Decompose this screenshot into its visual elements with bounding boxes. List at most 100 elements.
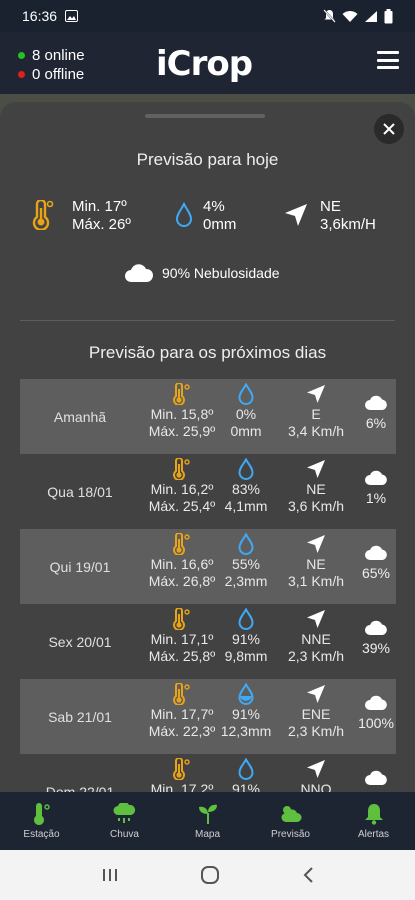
today-temperature: Min. 17º Máx. 26º	[72, 198, 131, 234]
app-header: 8 online 0 offline iCrop	[0, 32, 415, 94]
day-cloud: 65%	[356, 545, 396, 582]
day-temp-max: Máx. 25,4º	[148, 498, 216, 514]
forecast-row: Sex 20/01 Min. 17,1º Máx. 25,8º 91% 9,8mm NNE…	[20, 604, 396, 679]
forecast-list: Amanhã Min. 15,8º Máx. 25,9º 0% 0mm E 3,4 Km/h…	[20, 379, 396, 792]
forecast-row: Qui 19/01 Min. 16,6º Máx. 26,8º 55% 2,3mm NE 3…	[20, 529, 396, 604]
wifi-icon	[342, 10, 358, 22]
day-rain: 91% 9,8mm	[220, 608, 272, 665]
day-wind: ENE 2,3 Km/h	[276, 683, 356, 740]
app-logo: iCrop	[156, 44, 253, 84]
weather-icon	[281, 805, 301, 822]
thermometer-icon	[32, 200, 54, 230]
close-icon	[383, 123, 395, 135]
day-cloud: 1%	[356, 470, 396, 507]
day-wind-dir: ENE	[301, 706, 331, 722]
section-divider	[20, 320, 395, 321]
day-cloud-pct: 1%	[365, 490, 387, 506]
recent-apps-icon[interactable]	[101, 867, 119, 883]
day-cloud-pct: 65%	[361, 565, 391, 581]
day-rain: 91% 12,3mm	[220, 683, 272, 740]
day-rain-pct: 55%	[231, 556, 261, 572]
day-temperature: Min. 17,1º Máx. 25,8º	[132, 608, 232, 665]
day-temp-min: Min. 16,6º	[150, 556, 214, 572]
day-rain-pct: 91%	[231, 631, 261, 647]
raindrop-icon	[238, 608, 254, 630]
day-wind: NE 3,6 Km/h	[276, 458, 356, 515]
day-cloud: 6%	[356, 395, 396, 432]
today-rain-mm: 0mm	[203, 216, 237, 233]
thermometer-icon	[173, 608, 190, 630]
day-temp-min: Min. 17,1º	[150, 631, 214, 647]
today-temp-max: Máx. 26º	[72, 216, 131, 233]
offline-dot	[18, 71, 25, 78]
day-wind-speed: 3,1 Km/h	[287, 573, 345, 589]
image-notification-icon	[65, 10, 79, 22]
sheet-drag-handle[interactable]	[145, 114, 265, 118]
day-name: Qua 18/01	[47, 484, 113, 500]
bottom-navigation: Estação Chuva Mapa Previsão Alertas	[0, 792, 415, 850]
forecast-row: Dom 22/01 Min. 17,2º 91% NNO	[20, 754, 396, 792]
day-temperature: Min. 16,6º Máx. 26,8º	[132, 533, 232, 590]
wind-direction-icon	[285, 204, 307, 226]
signal-icon	[365, 10, 377, 22]
online-dot	[18, 52, 25, 59]
day-cloud-pct: 39%	[361, 640, 391, 656]
close-button[interactable]	[374, 114, 404, 144]
cloud-icon	[365, 470, 387, 485]
nav-chuva[interactable]: Chuva	[83, 792, 166, 850]
day-name: Amanhã	[53, 409, 107, 425]
today-wind-speed: 3,6km/H	[320, 216, 376, 233]
forecast-row: Qua 18/01 Min. 16,2º Máx. 25,4º 83% 4,1mm NE 3…	[20, 454, 396, 529]
online-count: 8 online	[32, 47, 85, 64]
nav-label-alertas: Alertas	[357, 828, 390, 840]
home-icon[interactable]	[200, 865, 220, 885]
wind-direction-icon	[307, 610, 325, 628]
day-cloud-pct: 100%	[358, 715, 394, 731]
day-wind: E 3,4 Km/h	[276, 383, 356, 440]
cloud-icon	[365, 695, 387, 710]
nav-mapa[interactable]: Mapa	[166, 792, 249, 850]
raindrop-icon	[175, 202, 193, 227]
nav-alertas[interactable]: Alertas	[332, 792, 415, 850]
day-rain-pct: 91%	[231, 706, 261, 722]
cloud-icon	[125, 264, 154, 282]
logo-text: iCrop	[156, 44, 253, 84]
day-rain-mm: 4,1mm	[224, 498, 268, 514]
wind-direction-icon	[307, 535, 325, 553]
forecast-row: Amanhã Min. 15,8º Máx. 25,9º 0% 0mm E 3,4 Km/h…	[20, 379, 396, 454]
thermometer-icon	[173, 683, 190, 705]
day-wind-dir: NNE	[301, 631, 331, 647]
raindrop-icon	[238, 458, 254, 480]
day-wind: NNE 2,3 Km/h	[276, 608, 356, 665]
today-title: Previsão para hoje	[136, 150, 279, 169]
day-temp-max: Máx. 25,8º	[148, 648, 216, 664]
cloud-icon	[365, 545, 387, 560]
day-rain: 83% 4,1mm	[220, 458, 272, 515]
raindrop-icon	[238, 533, 254, 555]
day-name: Sex 20/01	[48, 634, 112, 650]
battery-icon	[384, 8, 393, 23]
day-wind-dir: E	[311, 406, 321, 422]
cloud-icon	[365, 770, 387, 785]
today-cloudiness: 90% Nebulosidade	[124, 263, 280, 283]
back-icon[interactable]	[301, 866, 315, 884]
status-time: 16:36	[22, 8, 58, 24]
day-temp-max: Máx. 22,3º	[148, 723, 216, 739]
day-name: Sab 21/01	[48, 709, 112, 725]
day-rain: 55% 2,3mm	[220, 533, 272, 590]
day-cloud	[356, 770, 396, 790]
thermometer-icon	[173, 533, 190, 555]
day-rain-pct: 91%	[231, 781, 261, 792]
nav-previsao[interactable]: Previsão	[249, 792, 332, 850]
day-rain-pct: 83%	[231, 481, 261, 497]
station-status: 8 online 0 offline	[18, 46, 85, 84]
nav-label-previsao: Previsão	[271, 828, 310, 840]
nav-estacao[interactable]: Estação	[0, 792, 83, 850]
day-rain-mm: 12,3mm	[220, 723, 272, 739]
wind-direction-icon	[307, 685, 325, 703]
today-rain-pct: 4%	[203, 198, 225, 215]
today-summary: Min. 17º Máx. 26º 4% 0mm NE 3,6km/H	[0, 198, 415, 238]
cloud-icon	[365, 620, 387, 635]
hamburger-menu-button[interactable]	[377, 51, 399, 69]
thermometer-icon	[173, 458, 190, 480]
